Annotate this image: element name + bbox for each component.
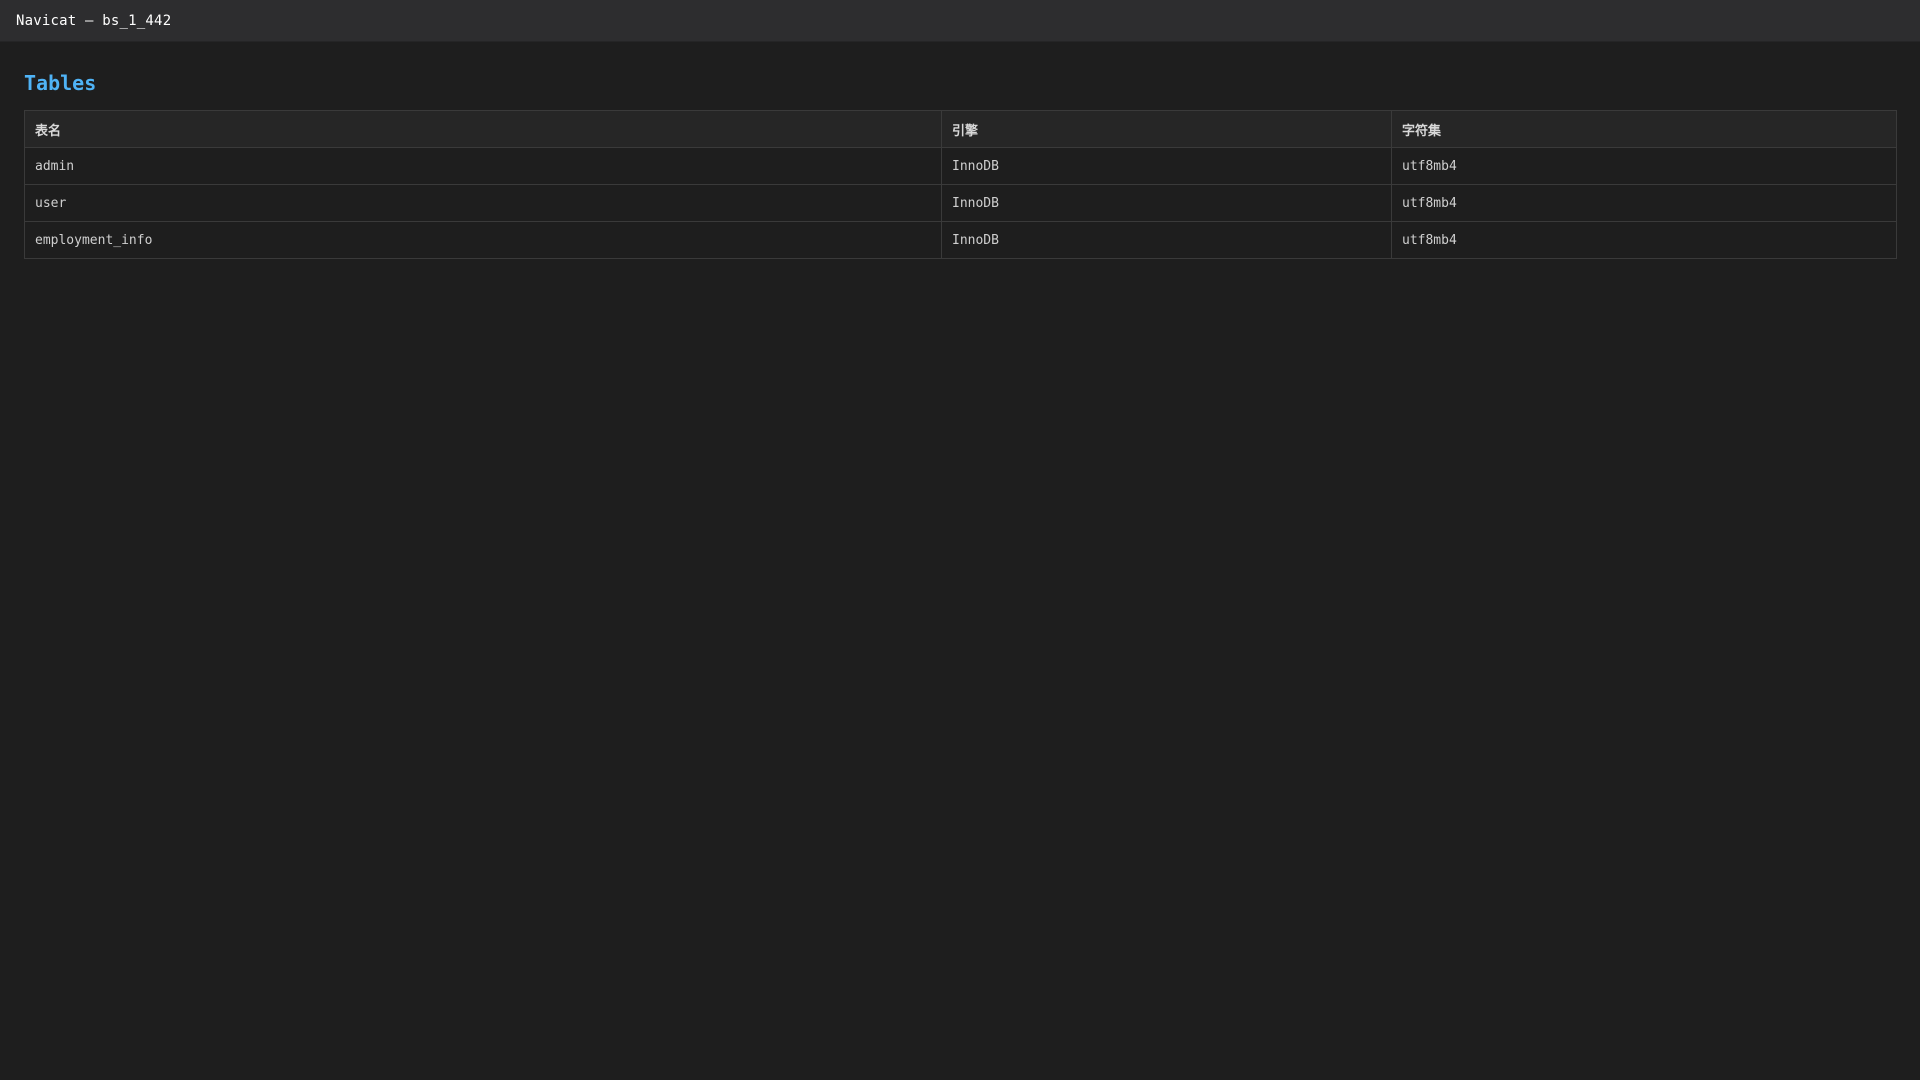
- main-content: Tables 表名 引擎 字符集 admin InnoDB utf8mb4 us…: [24, 42, 1897, 259]
- tables-grid: 表名 引擎 字符集 admin InnoDB utf8mb4 user Inno…: [24, 110, 1897, 259]
- table-row[interactable]: user InnoDB utf8mb4: [24, 184, 1897, 222]
- column-header-table-name[interactable]: 表名: [24, 110, 942, 148]
- cell-table-name[interactable]: admin: [24, 147, 942, 185]
- cell-charset[interactable]: utf8mb4: [1391, 221, 1897, 259]
- cell-engine[interactable]: InnoDB: [941, 184, 1392, 222]
- section-title: Tables: [24, 71, 97, 95]
- window-title: Navicat — bs_1_442: [16, 12, 172, 29]
- table-header-row: 表名 引擎 字符集: [24, 110, 1897, 148]
- cell-charset[interactable]: utf8mb4: [1391, 147, 1897, 185]
- window-titlebar: Navicat — bs_1_442: [0, 0, 1920, 42]
- cell-table-name[interactable]: user: [24, 184, 942, 222]
- cell-engine[interactable]: InnoDB: [941, 221, 1392, 259]
- column-header-engine[interactable]: 引擎: [941, 110, 1392, 148]
- table-row[interactable]: admin InnoDB utf8mb4: [24, 147, 1897, 185]
- cell-charset[interactable]: utf8mb4: [1391, 184, 1897, 222]
- cell-engine[interactable]: InnoDB: [941, 147, 1392, 185]
- cell-table-name[interactable]: employment_info: [24, 221, 942, 259]
- table-row[interactable]: employment_info InnoDB utf8mb4: [24, 221, 1897, 259]
- column-header-charset[interactable]: 字符集: [1391, 110, 1897, 148]
